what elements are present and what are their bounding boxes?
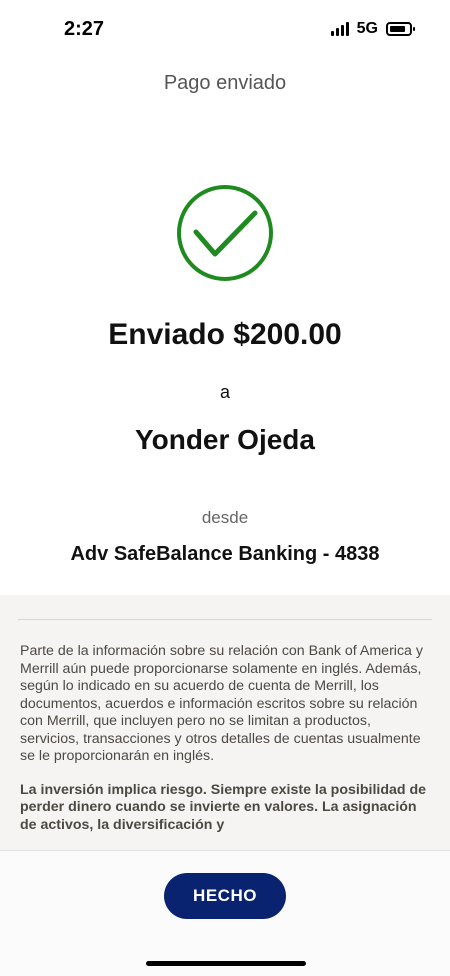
source-account: Adv SafeBalance Banking - 4838 (70, 543, 380, 565)
recipient-name: Yonder Ojeda (135, 424, 315, 455)
home-indicator[interactable] (146, 961, 306, 966)
disclaimer-paragraph: Parte de la información sobre su relació… (20, 643, 423, 764)
page-title: Pago enviado (163, 72, 287, 94)
divider (18, 619, 432, 620)
from-label: desde (201, 508, 249, 527)
done-button[interactable]: HECHO (164, 873, 286, 919)
status-time: 2:27 (64, 18, 105, 40)
risk-warning: La inversión implica riesgo. Siempre exi… (20, 781, 427, 833)
disclaimer-text: Parte de la información sobre su relació… (20, 643, 430, 850)
to-label: a (219, 382, 230, 402)
checkmark-circle-icon (177, 185, 273, 281)
sent-amount: Enviado $200.00 (108, 318, 342, 351)
status-bar: 2:27 5G (0, 0, 450, 62)
signal-icon (330, 22, 349, 36)
battery-icon (386, 22, 415, 36)
bottom-action-bar: HECHO (0, 850, 450, 976)
disclaimer-panel[interactable]: Parte de la información sobre su relació… (0, 595, 450, 850)
status-indicators: 5G (330, 20, 415, 38)
network-type: 5G (356, 20, 378, 37)
